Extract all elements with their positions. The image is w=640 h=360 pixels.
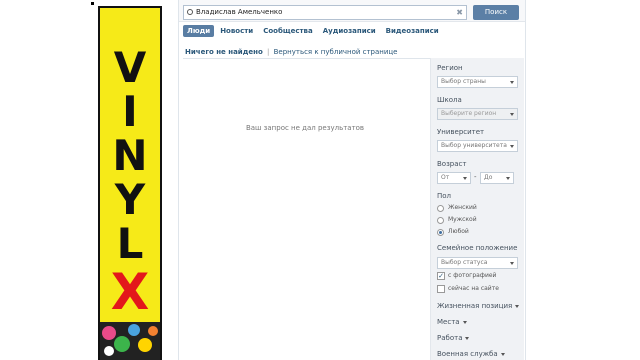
with-photo-checkbox[interactable]: ✓ bbox=[437, 272, 445, 280]
university-label: Университет bbox=[437, 128, 485, 136]
school-select-value: Выберите регион bbox=[441, 110, 497, 117]
university-select-value: Выбор университета bbox=[441, 142, 507, 149]
sex-label: Пол bbox=[437, 192, 452, 200]
empty-results-message: Ваш запрос не дал результатов bbox=[245, 124, 365, 132]
banner-letter: Y bbox=[114, 175, 146, 224]
chevron-down-icon bbox=[510, 145, 514, 148]
chevron-down-icon bbox=[506, 177, 510, 180]
age-from-value: От bbox=[441, 174, 450, 181]
life-position-label: Жизненная позиция bbox=[437, 302, 513, 310]
search-bar: Владислав Амельченко ✖ Поиск bbox=[179, 0, 525, 22]
online-label: сейчас на сайте bbox=[448, 285, 499, 292]
region-select[interactable]: Выбор страны bbox=[437, 76, 518, 88]
search-button[interactable]: Поиск bbox=[473, 5, 519, 20]
tab-people[interactable]: Люди bbox=[183, 25, 215, 37]
chevron-down-icon bbox=[510, 262, 514, 265]
chevron-down-icon bbox=[462, 320, 467, 324]
age-label: Возраст bbox=[437, 160, 467, 168]
banner-letter: N bbox=[112, 131, 148, 180]
page: V I N Y L X Владислав Амельченко ✖ Поиск bbox=[0, 0, 640, 360]
places-label: Места bbox=[437, 318, 460, 326]
age-dash: - bbox=[474, 173, 477, 181]
banner-letter: V bbox=[113, 43, 147, 92]
work-label: Работа bbox=[437, 334, 463, 342]
summary-separator: | bbox=[267, 48, 270, 56]
sex-radio-female[interactable] bbox=[437, 205, 444, 212]
search-tabs: Люди Новости Сообщества Аудиозаписи Виде… bbox=[183, 24, 445, 38]
search-input[interactable]: Владислав Амельченко ✖ bbox=[183, 5, 467, 20]
work-toggle[interactable]: Работа bbox=[437, 334, 470, 342]
sex-option-any: Любой bbox=[448, 228, 469, 235]
chevron-down-icon bbox=[465, 336, 470, 340]
places-toggle[interactable]: Места bbox=[437, 318, 467, 326]
region-select-value: Выбор страны bbox=[441, 78, 486, 85]
sex-option-female: Женский bbox=[448, 204, 477, 211]
marital-select[interactable]: Выбор статуса bbox=[437, 257, 518, 269]
marital-label: Семейное положение bbox=[437, 244, 518, 252]
filter-sidebar: Регион Выбор страны Школа Выберите регио… bbox=[430, 58, 524, 360]
marital-select-value: Выбор статуса bbox=[441, 259, 488, 266]
banner-letter: L bbox=[116, 219, 144, 268]
tab-communities[interactable]: Сообщества bbox=[259, 25, 317, 37]
sex-radio-any[interactable] bbox=[437, 229, 444, 236]
vinylx-banner[interactable]: V I N Y L X bbox=[98, 6, 162, 360]
clear-icon[interactable]: ✖ bbox=[456, 6, 463, 19]
results-summary: Ничего не найдено | Вернуться к публично… bbox=[185, 48, 398, 56]
region-label: Регион bbox=[437, 64, 463, 72]
life-position-toggle[interactable]: Жизненная позиция bbox=[437, 302, 520, 310]
with-photo-label: с фотографией bbox=[448, 272, 497, 279]
university-select[interactable]: Выбор университета bbox=[437, 140, 518, 152]
age-to-value: До bbox=[484, 174, 493, 181]
back-to-public-link[interactable]: Вернуться к публичной странице bbox=[274, 48, 398, 56]
tab-news[interactable]: Новости bbox=[216, 25, 257, 37]
chevron-down-icon bbox=[510, 81, 514, 84]
chevron-down-icon bbox=[500, 352, 505, 356]
military-label: Военная служба bbox=[437, 350, 498, 358]
banner-collage bbox=[100, 322, 160, 360]
sex-radio-male[interactable] bbox=[437, 217, 444, 224]
cursor-dot bbox=[91, 2, 94, 5]
military-toggle[interactable]: Военная служба bbox=[437, 350, 505, 358]
sex-option-male: Мужской bbox=[448, 216, 477, 223]
results-status: Ничего не найдено bbox=[185, 48, 263, 56]
banner-letter: I bbox=[122, 87, 138, 136]
online-checkbox[interactable] bbox=[437, 285, 445, 293]
chevron-down-icon bbox=[515, 304, 520, 308]
search-icon bbox=[187, 9, 193, 15]
chevron-down-icon bbox=[510, 113, 514, 116]
search-query: Владислав Амельченко bbox=[196, 8, 283, 16]
school-label: Школа bbox=[437, 96, 462, 104]
age-to-select[interactable]: До bbox=[480, 172, 514, 184]
banner-letter: X bbox=[110, 263, 150, 321]
banner-logo: V I N Y L X bbox=[100, 43, 160, 321]
school-select[interactable]: Выберите регион bbox=[437, 108, 518, 120]
chevron-down-icon bbox=[463, 177, 467, 180]
tab-video[interactable]: Видеозаписи bbox=[382, 25, 443, 37]
tab-audio[interactable]: Аудиозаписи bbox=[319, 25, 380, 37]
age-from-select[interactable]: От bbox=[437, 172, 471, 184]
